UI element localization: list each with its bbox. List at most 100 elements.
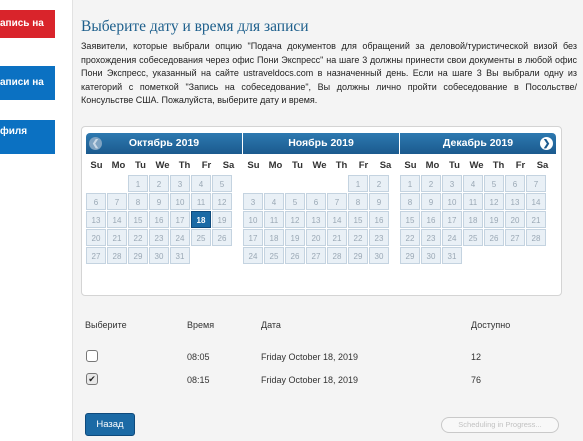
timeslot-date: Friday October 18, 2019 (261, 352, 359, 362)
weekday-label: Sa (536, 160, 549, 171)
scheduling-in-progress-button: Scheduling in Progress... (441, 417, 559, 433)
calendar-day: 9 (369, 193, 389, 210)
calendar-day: 28 (526, 229, 546, 246)
calendar-day: 26 (484, 229, 504, 246)
calendar-day: 2 (369, 175, 389, 192)
month-header: Ноябрь 2019 (243, 133, 399, 154)
weekday-label: Fr (201, 160, 212, 171)
calendar-day: 6 (86, 193, 106, 210)
timeslot-row[interactable]: ✔ 08:15 Friday October 18, 2019 76 (85, 372, 555, 392)
calendar-day: 16 (369, 211, 389, 228)
calendar-day: 25 (463, 229, 483, 246)
weekday-label: Su (247, 160, 260, 171)
calendar-day: 22 (348, 229, 368, 246)
calendar-day: 23 (149, 229, 169, 246)
weekday-row: Su Mo Tu We Th Fr Sa (400, 160, 556, 175)
calendar-day: 4 (463, 175, 483, 192)
calendar: ❮ Октябрь 2019 Su Mo Tu We Th Fr Sa 1234567891… (81, 126, 562, 296)
calendar-day: 10 (170, 193, 190, 210)
calendar-day: 9 (149, 193, 169, 210)
weekday-label: Mo (425, 160, 440, 171)
weekday-label: Fr (515, 160, 526, 171)
page-title: Выберите дату и время для записи (81, 18, 309, 35)
sidebar-item-label: аписи на (0, 77, 44, 88)
timeslot-checkbox[interactable]: ✔ (86, 373, 98, 385)
prev-month-icon[interactable]: ❮ (89, 137, 102, 150)
calendar-day: 14 (327, 211, 347, 228)
calendar-day: 25 (264, 247, 284, 264)
month-title: Декабрь 2019 (442, 137, 514, 149)
calendar-day: 2 (421, 175, 441, 192)
calendar-empty-cell (243, 175, 263, 192)
calendar-day: 3 (170, 175, 190, 192)
calendar-day: 25 (191, 229, 211, 246)
calendar-day: 27 (86, 247, 106, 264)
calendar-day: 7 (327, 193, 347, 210)
timeslot-date: Friday October 18, 2019 (261, 375, 359, 385)
calendar-day: 20 (505, 211, 525, 228)
calendar-day: 29 (348, 247, 368, 264)
timeslot-checkbox[interactable] (86, 350, 98, 362)
calendar-day: 30 (149, 247, 169, 264)
calendar-day: 26 (285, 247, 305, 264)
day-grid: 1 2 3 4 5 6 7 8 9 10 11 12 13 14 15 16 17 18 19 20 21 22 23 24 2… (86, 175, 242, 265)
weekday-label: We (312, 160, 327, 171)
month-header: Декабрь 2019 ❯ (400, 133, 556, 154)
calendar-day: 15 (400, 211, 420, 228)
back-button[interactable]: Назад (85, 413, 135, 436)
sidebar: апись на аписи на филя (0, 0, 55, 441)
calendar-day: 11 (264, 211, 284, 228)
calendar-day: 4 (191, 175, 211, 192)
calendar-day: 24 (243, 247, 263, 264)
weekday-row: Su Mo Tu We Th Fr Sa (243, 160, 399, 175)
header-available: Доступно (471, 320, 511, 330)
calendar-empty-cell (327, 175, 347, 192)
calendar-day: 3 (243, 193, 263, 210)
calendar-day: 10 (442, 193, 462, 210)
calendar-day: 7 (526, 175, 546, 192)
calendar-day: 9 (421, 193, 441, 210)
calendar-month-december: Декабрь 2019 ❯ Su Mo Tu We Th Fr Sa 1234567891… (400, 133, 556, 265)
weekday-label: Th (178, 160, 191, 171)
calendar-empty-cell (107, 175, 127, 192)
calendar-day-selected[interactable]: 18 (191, 211, 211, 228)
calendar-month-october: ❮ Октябрь 2019 Su Mo Tu We Th Fr Sa 1234567891… (86, 133, 242, 265)
calendar-day: 19 (285, 229, 305, 246)
weekday-label: Su (90, 160, 103, 171)
sidebar-item-label: филя (0, 126, 28, 137)
calendar-day: 30 (369, 247, 389, 264)
calendar-day: 12 (285, 211, 305, 228)
sidebar-item-branch[interactable]: филя (0, 120, 55, 154)
sidebar-item-appointments[interactable]: аписи на (0, 66, 55, 100)
calendar-day: 17 (442, 211, 462, 228)
calendar-day: 1 (128, 175, 148, 192)
calendar-day: 7 (107, 193, 127, 210)
timeslot-row[interactable]: 08:05 Friday October 18, 2019 12 (85, 349, 555, 369)
calendar-day: 16 (421, 211, 441, 228)
calendar-empty-cell (306, 175, 326, 192)
calendar-empty-cell (264, 175, 284, 192)
timeslot-available: 76 (471, 375, 482, 385)
weekday-label: Su (404, 160, 417, 171)
calendar-day: 3 (442, 175, 462, 192)
sidebar-item-appointment[interactable]: апись на (0, 10, 55, 38)
calendar-day: 6 (306, 193, 326, 210)
calendar-day: 21 (327, 229, 347, 246)
calendar-empty-cell (285, 175, 305, 192)
calendar-day: 11 (463, 193, 483, 210)
calendar-day: 6 (505, 175, 525, 192)
calendar-day: 13 (306, 211, 326, 228)
calendar-day: 23 (369, 229, 389, 246)
next-month-icon[interactable]: ❯ (540, 137, 553, 150)
weekday-label: Mo (268, 160, 283, 171)
calendar-day: 14 (107, 211, 127, 228)
main-panel: Выберите дату и время для записи Заявите… (72, 0, 583, 441)
calendar-day: 13 (505, 193, 525, 210)
calendar-day: 5 (212, 175, 232, 192)
header-date: Дата (261, 320, 281, 330)
calendar-empty-cell (86, 175, 106, 192)
calendar-day: 18 (463, 211, 483, 228)
weekday-label: Tu (135, 160, 146, 171)
calendar-day: 21 (107, 229, 127, 246)
calendar-day: 1 (348, 175, 368, 192)
